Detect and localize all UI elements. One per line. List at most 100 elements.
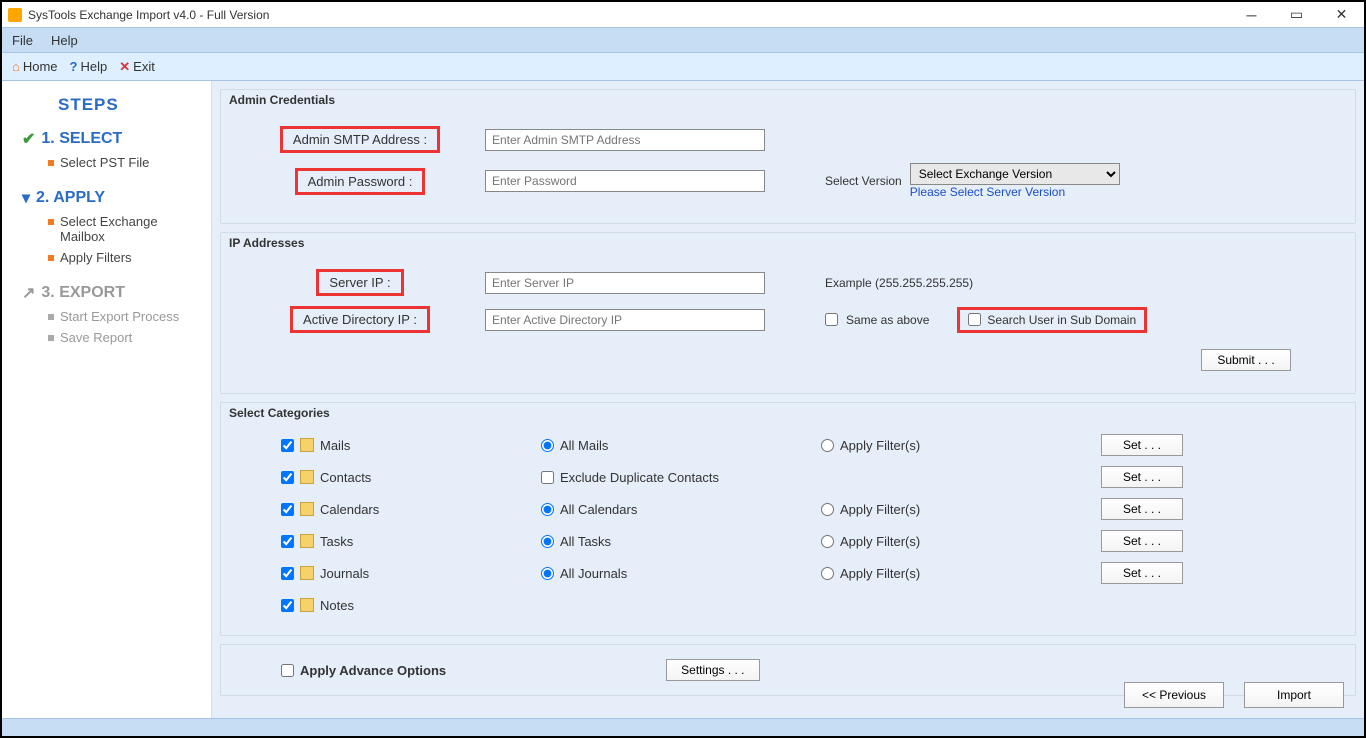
bullet-icon xyxy=(48,314,54,320)
category-checkbox[interactable] xyxy=(281,471,294,484)
category-icon xyxy=(300,566,314,580)
search-sub-domain-box: Search User in Sub Domain xyxy=(957,307,1147,333)
menu-file[interactable]: File xyxy=(12,33,33,48)
category-row-journals: Journals All Journals Apply Filter(s) Set .… xyxy=(281,557,1341,589)
statusbar xyxy=(2,718,1364,736)
set-button[interactable]: Set . . . xyxy=(1101,434,1183,456)
set-button[interactable]: Set . . . xyxy=(1101,562,1183,584)
category-row-mails: Mails All Mails Apply Filter(s) Set . . . xyxy=(281,429,1341,461)
admin-password-label: Admin Password : xyxy=(295,168,426,195)
server-ip-input[interactable] xyxy=(485,272,765,294)
admin-smtp-input[interactable] xyxy=(485,129,765,151)
help-icon: ? xyxy=(70,59,78,74)
apply-advance-label: Apply Advance Options xyxy=(300,663,446,678)
close-button[interactable]: ✕ xyxy=(1319,2,1364,27)
bullet-icon xyxy=(48,219,54,225)
category-checkbox[interactable] xyxy=(281,503,294,516)
category-label: Journals xyxy=(320,566,369,581)
same-as-above-checkbox[interactable] xyxy=(825,313,838,326)
all-option-radio[interactable] xyxy=(541,535,554,548)
step-2-item-1[interactable]: Apply Filters xyxy=(48,250,199,265)
step-3-heading: ↗3. EXPORT xyxy=(22,283,199,303)
category-icon xyxy=(300,438,314,452)
step-1-heading[interactable]: ✔1. SELECT xyxy=(22,129,199,149)
apply-filter-label: Apply Filter(s) xyxy=(840,438,920,453)
search-sub-domain-label: Search User in Sub Domain xyxy=(987,313,1136,327)
search-sub-domain-checkbox[interactable] xyxy=(968,313,981,326)
apply-filter-label: Apply Filter(s) xyxy=(840,502,920,517)
ip-example-text: Example (255.255.255.255) xyxy=(825,276,973,290)
group-ip-addresses: IP Addresses Server IP : Example (255.25… xyxy=(220,232,1356,394)
step-3-item-1: Save Report xyxy=(48,330,199,345)
ip-group-title: IP Addresses xyxy=(221,233,1355,253)
apply-filter-radio[interactable] xyxy=(821,503,834,516)
set-button[interactable]: Set . . . xyxy=(1101,498,1183,520)
all-option-radio[interactable] xyxy=(541,503,554,516)
app-icon xyxy=(8,8,22,22)
exclude-dup-checkbox[interactable] xyxy=(541,471,554,484)
submit-button[interactable]: Submit . . . xyxy=(1201,349,1291,371)
category-row-calendars: CalendarsAll CalendarsApply Filter(s)Set… xyxy=(281,493,1341,525)
admin-password-input[interactable] xyxy=(485,170,765,192)
category-checkbox[interactable] xyxy=(281,567,294,580)
step-3-item-0: Start Export Process xyxy=(48,309,199,324)
category-checkbox[interactable] xyxy=(281,439,294,452)
category-row-notes: Notes xyxy=(281,589,1341,621)
home-icon: ⌂ xyxy=(12,59,20,74)
category-label: Tasks xyxy=(320,534,353,549)
category-checkbox[interactable] xyxy=(281,535,294,548)
settings-button[interactable]: Settings . . . xyxy=(666,659,759,681)
admin-smtp-label: Admin SMTP Address : xyxy=(280,126,440,153)
bullet-icon xyxy=(48,255,54,261)
bullet-icon xyxy=(48,160,54,166)
export-icon: ↗ xyxy=(22,283,35,303)
toolbar-home[interactable]: ⌂Home xyxy=(12,59,58,74)
select-version-hint: Please Select Server Version xyxy=(910,185,1120,199)
same-as-above-label: Same as above xyxy=(846,313,929,327)
previous-button[interactable]: << Previous xyxy=(1124,682,1224,708)
apply-filter-radio[interactable] xyxy=(821,535,834,548)
set-button[interactable]: Set . . . xyxy=(1101,466,1183,488)
check-icon: ✔ xyxy=(22,129,35,149)
ad-ip-label: Active Directory IP : xyxy=(290,306,430,333)
category-label: Mails xyxy=(320,438,350,453)
sidebar: STEPS ✔1. SELECT Select PST File ▾2. APP… xyxy=(2,81,212,718)
categories-title: Select Categories xyxy=(221,403,1355,423)
exit-icon: ✕ xyxy=(119,59,130,75)
import-button[interactable]: Import xyxy=(1244,682,1344,708)
category-icon xyxy=(300,502,314,516)
filter-icon: ▾ xyxy=(22,188,30,208)
all-option-label: All Journals xyxy=(560,566,627,581)
step-1-item-0[interactable]: Select PST File xyxy=(48,155,199,170)
toolbar-exit[interactable]: ✕Exit xyxy=(119,59,155,75)
category-row-tasks: Tasks All Tasks Apply Filter(s) Set . . . xyxy=(281,525,1341,557)
apply-filter-label: Apply Filter(s) xyxy=(840,566,920,581)
minimize-button[interactable]: ─ xyxy=(1229,2,1274,27)
set-button[interactable]: Set . . . xyxy=(1101,530,1183,552)
admin-group-title: Admin Credentials xyxy=(221,90,1355,110)
main: Admin Credentials Admin SMTP Address : A… xyxy=(212,81,1364,718)
step-2-item-0[interactable]: Select Exchange Mailbox xyxy=(48,214,199,244)
toolbar: ⌂Home ?Help ✕Exit xyxy=(2,53,1364,81)
select-version-dropdown[interactable]: Select Exchange Version xyxy=(910,163,1120,185)
apply-filter-label: Apply Filter(s) xyxy=(840,534,920,549)
group-categories: Select Categories Mails All Mails Apply Fi… xyxy=(220,402,1356,636)
all-option-label: All Mails xyxy=(560,438,608,453)
all-option-radio[interactable] xyxy=(541,567,554,580)
server-ip-label: Server IP : xyxy=(316,269,403,296)
apply-filter-radio[interactable] xyxy=(821,567,834,580)
menu-help[interactable]: Help xyxy=(51,33,78,48)
step-2-heading[interactable]: ▾2. APPLY xyxy=(22,188,199,208)
category-row-contacts: ContactsExclude Duplicate ContactsSet . … xyxy=(281,461,1341,493)
category-checkbox[interactable] xyxy=(281,599,294,612)
apply-advance-checkbox[interactable] xyxy=(281,664,294,677)
all-option-radio[interactable] xyxy=(541,439,554,452)
maximize-button[interactable]: ▭ xyxy=(1274,2,1319,27)
category-icon xyxy=(300,470,314,484)
steps-title: STEPS xyxy=(58,95,199,115)
all-option-label: All Tasks xyxy=(560,534,611,549)
ad-ip-input[interactable] xyxy=(485,309,765,331)
apply-filter-radio[interactable] xyxy=(821,439,834,452)
window-title: SysTools Exchange Import v4.0 - Full Ver… xyxy=(28,8,269,22)
toolbar-help[interactable]: ?Help xyxy=(70,59,108,74)
